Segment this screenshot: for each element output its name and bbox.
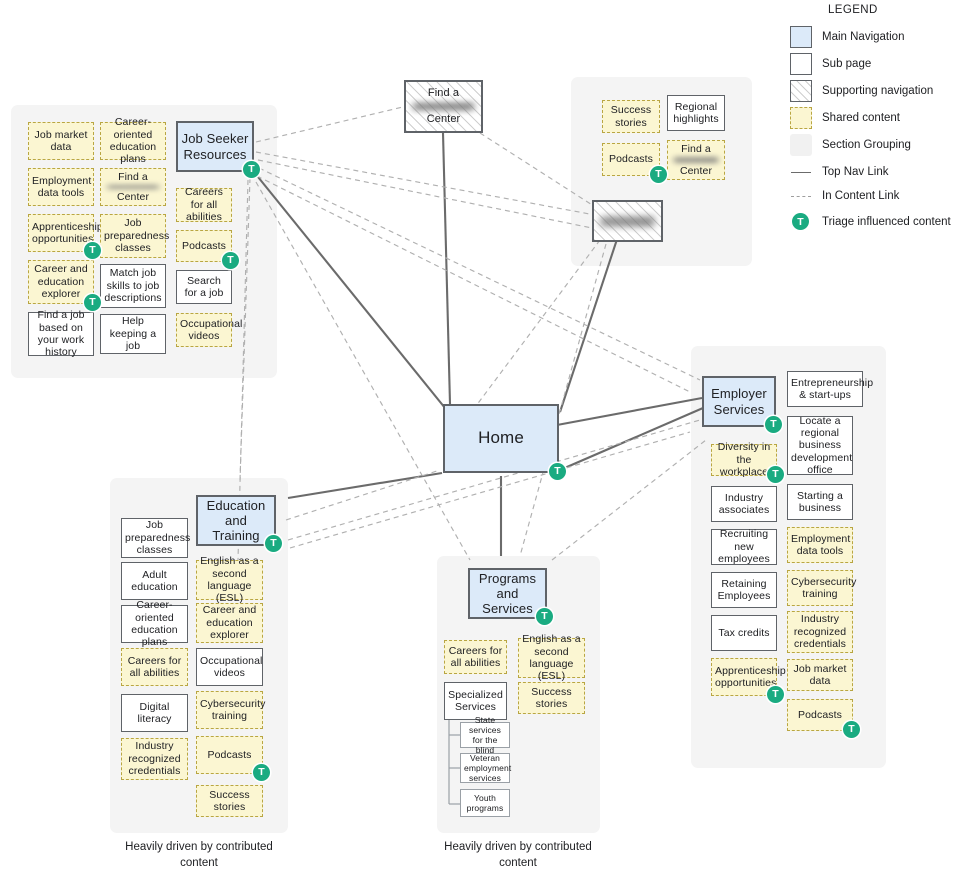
triage-badge: T xyxy=(843,721,860,738)
triage-badge: T xyxy=(222,252,239,269)
triage-badge: T xyxy=(650,166,667,183)
triage-badge: T xyxy=(84,242,101,259)
triage-badge: T xyxy=(84,294,101,311)
sitemap-diagram: Home T Find a Center Job Seeker Resource… xyxy=(0,0,958,886)
triage-badge: T xyxy=(767,466,784,483)
triage-badge: T xyxy=(765,416,782,433)
triage-badge: T xyxy=(265,535,282,552)
triage-badge: T xyxy=(767,686,784,703)
triage-badge: T xyxy=(243,161,260,178)
triage-badge: T xyxy=(253,764,270,781)
triage-badge: T xyxy=(536,608,553,625)
triage-badge: T xyxy=(549,463,566,480)
specialized-services-tree-connector xyxy=(448,720,460,805)
